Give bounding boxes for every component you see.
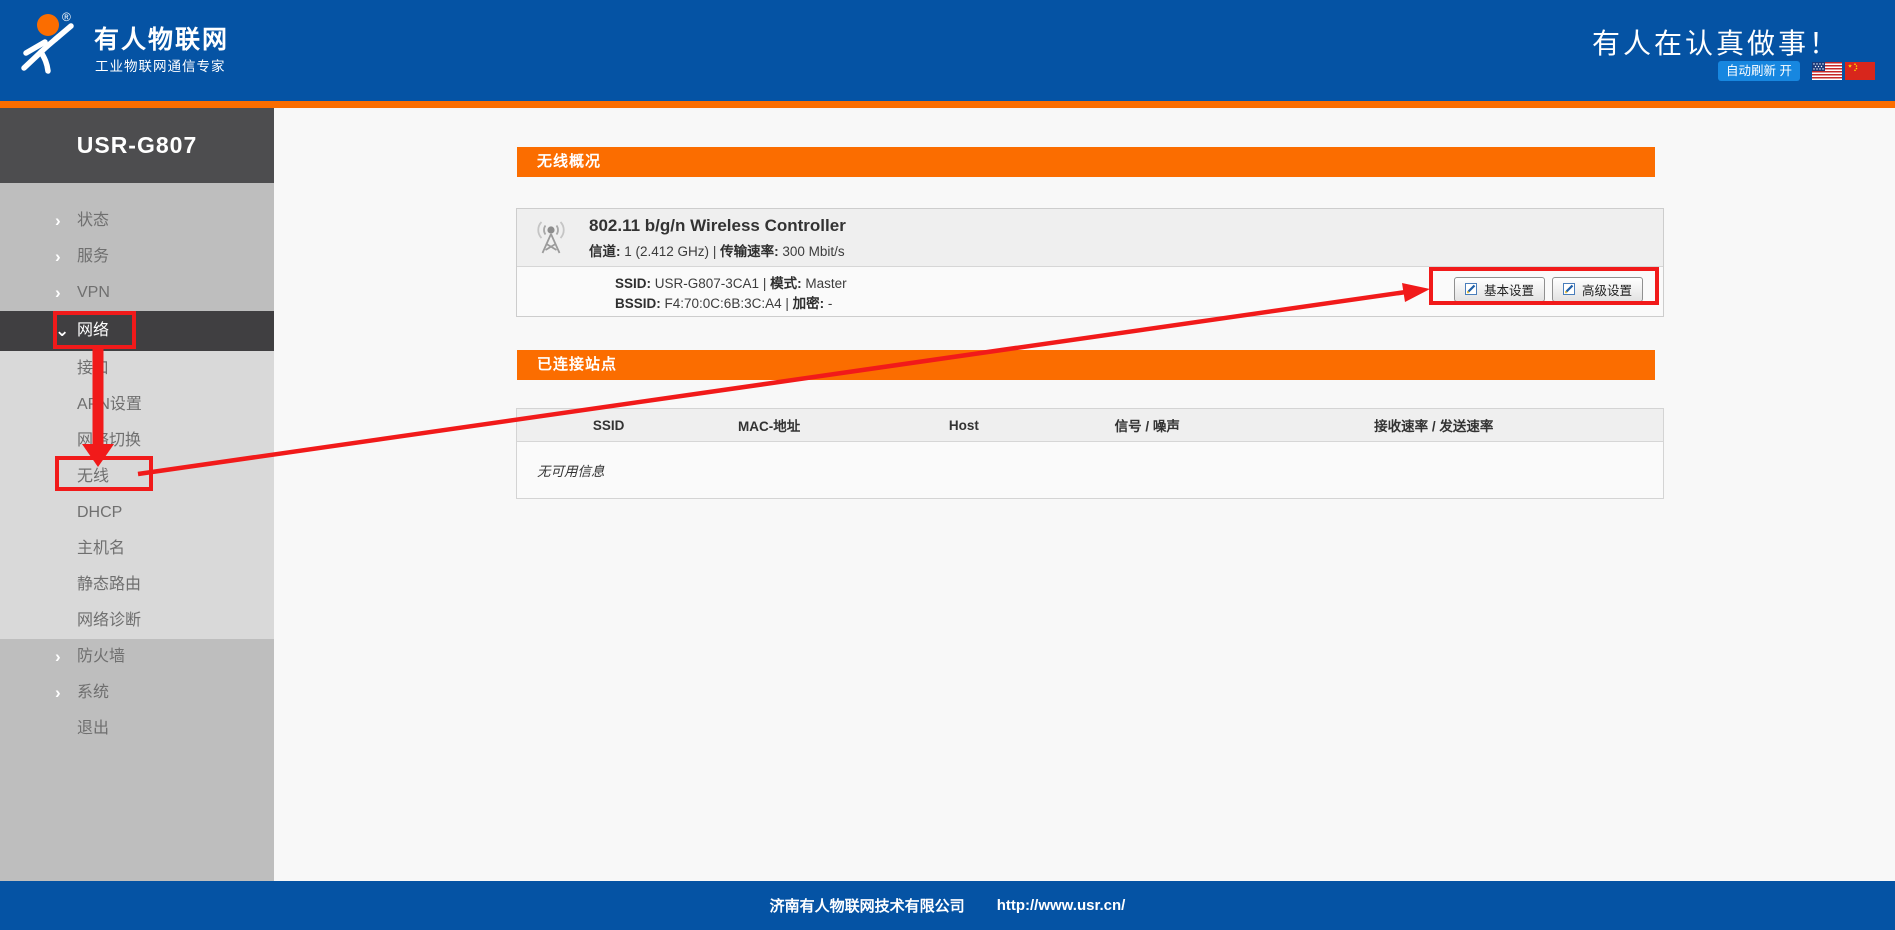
wireless-settings-buttons: 基本设置 高级设置 [1454,277,1643,302]
sidebar-item-static-routes[interactable]: 静态路由 [0,567,274,603]
sidebar-item-label: 网络 [77,311,109,351]
chevron-right-icon: › [55,639,61,675]
page-footer: 济南有人物联网技术有限公司 http://www.usr.cn/ [0,881,1895,930]
sidebar-item-network[interactable]: ⌄ 网络 [0,311,274,351]
table-empty-message: 无可用信息 [517,442,1663,498]
encryption-label: 加密: [793,296,825,311]
wireless-detail-lines: SSID: USR-G807-3CA1 | 模式: Master BSSID: … [615,274,847,314]
sidebar-item-hostname[interactable]: 主机名 [0,531,274,567]
separator: | [763,276,767,291]
sidebar: USR-G807 › 状态 › 服务 › VPN ⌄ 网络 接口 APN设置 网… [0,108,274,881]
channel-label: 信道: [589,244,621,259]
top-header: ® 有人物联网 工业物联网通信专家 有人在认真做事！ 自动刷新 开 [0,0,1895,101]
sidebar-item-label: 防火墙 [77,639,125,675]
sidebar-item-label: 网络切换 [77,423,141,459]
us-flag-icon[interactable] [1812,62,1842,80]
sidebar-item-network-diagnostics[interactable]: 网络诊断 [0,603,274,639]
connected-stations-table: SSID MAC-地址 Host 信号 / 噪声 接收速率 / 发送速率 无可用… [516,408,1664,499]
sidebar-item-label: 状态 [77,203,109,239]
controller-titles: 802.11 b/g/n Wireless Controller 信道: 1 (… [589,216,846,260]
column-header-signal-noise: 信号 / 噪声 [1090,415,1205,435]
sidebar-item-network-switch[interactable]: 网络切换 [0,423,274,459]
sidebar-item-label: 服务 [77,239,109,275]
connected-stations-header: 已连接站点 [517,350,1655,380]
sidebar-item-label: DHCP [77,495,122,531]
footer-url-link[interactable]: http://www.usr.cn/ [997,897,1126,914]
bssid-line: BSSID: F4:70:0C:6B:3C:A4 | 加密: - [615,294,847,314]
edit-icon [1563,282,1576,298]
advanced-settings-label: 高级设置 [1582,280,1632,299]
separator: | [785,296,789,311]
brand-tagline: 工业物联网通信专家 [95,55,226,75]
column-header-rx-tx-rate: 接收速率 / 发送速率 [1205,415,1663,435]
separator: | [713,244,717,259]
sidebar-item-services[interactable]: › 服务 [0,239,274,275]
edit-icon [1465,282,1478,298]
chevron-right-icon: › [55,203,61,239]
antenna-icon [531,217,571,262]
ssid-value: USR-G807-3CA1 [655,276,759,291]
sidebar-item-label: 无线 [77,459,109,495]
wireless-details: SSID: USR-G807-3CA1 | 模式: Master BSSID: … [517,267,1663,318]
channel-value: 1 (2.412 GHz) [624,244,709,259]
sidebar-item-label: 退出 [77,711,109,747]
column-header-mac: MAC-地址 [700,415,838,435]
chevron-down-icon: ⌄ [55,311,69,351]
china-flag-icon[interactable] [1845,62,1875,80]
header-slogan: 有人在认真做事！ [1592,22,1840,62]
footer-company: 济南有人物联网技术有限公司 [770,895,965,916]
sidebar-item-label: 静态路由 [77,567,141,603]
brand-name: 有人物联网 [94,20,229,56]
wireless-overview-panel: 802.11 b/g/n Wireless Controller 信道: 1 (… [516,208,1664,317]
sidebar-item-firewall[interactable]: › 防火墙 [0,639,274,675]
sidebar-item-interfaces[interactable]: 接口 [0,351,274,387]
bssid-value: F4:70:0C:6B:3C:A4 [665,296,782,311]
chevron-right-icon: › [55,275,61,311]
chevron-right-icon: › [55,675,61,711]
mode-value: Master [805,276,846,291]
main-content: 无线概况 80 [274,108,1895,881]
device-title: USR-G807 [0,108,274,183]
controller-title: 802.11 b/g/n Wireless Controller [589,216,846,236]
advanced-settings-button[interactable]: 高级设置 [1552,277,1643,302]
sidebar-item-system[interactable]: › 系统 [0,675,274,711]
auto-refresh-toggle[interactable]: 自动刷新 开 [1718,61,1800,81]
sidebar-item-vpn[interactable]: › VPN [0,275,274,311]
sidebar-item-status[interactable]: › 状态 [0,203,274,239]
header-accent-stripe [0,101,1895,108]
table-header-row: SSID MAC-地址 Host 信号 / 噪声 接收速率 / 发送速率 [517,409,1663,442]
sidebar-item-logout[interactable]: 退出 [0,711,274,747]
network-submenu: 接口 APN设置 网络切换 无线 DHCP 主机名 静态路由 网络诊断 [0,351,274,639]
column-header-ssid: SSID [517,418,700,433]
sidebar-item-label: 主机名 [77,531,125,567]
column-header-host: Host [838,418,1090,433]
ssid-line: SSID: USR-G807-3CA1 | 模式: Master [615,274,847,294]
chevron-right-icon: › [55,239,61,275]
basic-settings-button[interactable]: 基本设置 [1454,277,1545,302]
rate-label: 传输速率: [720,244,779,259]
sidebar-item-label: 接口 [77,351,109,387]
sidebar-item-label: 网络诊断 [77,603,141,639]
encryption-value: - [828,296,833,311]
ssid-label: SSID: [615,276,651,291]
sidebar-item-wireless[interactable]: 无线 [0,459,274,495]
wireless-overview-header: 无线概况 [517,147,1655,177]
wireless-controller-summary: 802.11 b/g/n Wireless Controller 信道: 1 (… [517,209,1663,267]
rate-value: 300 Mbit/s [782,244,844,259]
mode-label: 模式: [770,276,802,291]
basic-settings-label: 基本设置 [1484,280,1534,299]
sidebar-item-label: VPN [77,275,110,311]
sidebar-item-label: 系统 [77,675,109,711]
bssid-label: BSSID: [615,296,661,311]
sidebar-menu: › 状态 › 服务 › VPN ⌄ 网络 接口 APN设置 网络切换 无线 [0,203,274,747]
registered-mark: ® [62,10,71,24]
sidebar-item-apn-settings[interactable]: APN设置 [0,387,274,423]
controller-subtitle: 信道: 1 (2.412 GHz) | 传输速率: 300 Mbit/s [589,240,846,260]
sidebar-item-label: APN设置 [77,387,142,423]
sidebar-item-dhcp[interactable]: DHCP [0,495,274,531]
